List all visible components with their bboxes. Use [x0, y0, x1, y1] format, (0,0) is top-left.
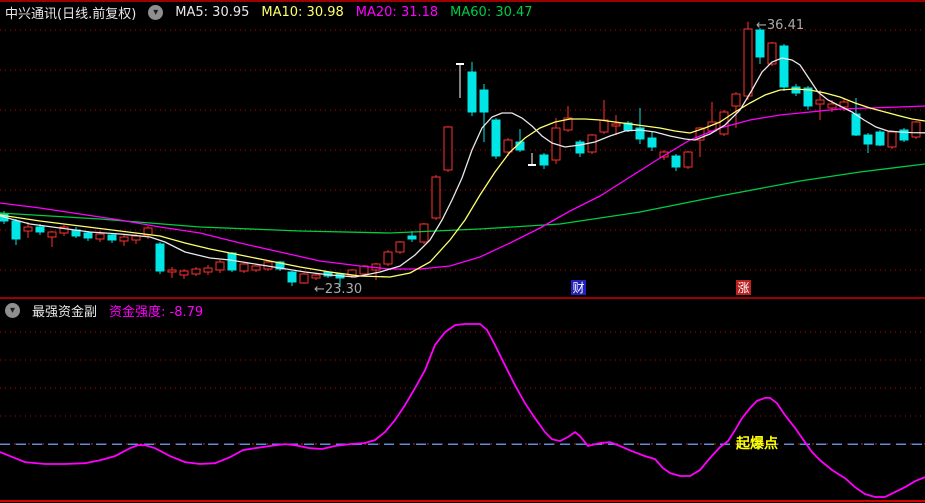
candle — [120, 235, 128, 246]
svg-text:财: 财 — [572, 281, 584, 295]
candle — [384, 250, 392, 266]
candle — [888, 131, 896, 149]
candle — [12, 219, 20, 245]
candle — [792, 84, 800, 96]
chevron-down-icon[interactable]: ▾ — [5, 303, 20, 318]
signal-marker-cai: 财 — [571, 280, 586, 295]
candle — [600, 100, 608, 134]
candle — [540, 153, 548, 169]
low-label: ←23.30 — [314, 282, 362, 297]
candle — [672, 154, 680, 171]
candle — [552, 118, 560, 164]
candle — [744, 22, 752, 100]
candle — [240, 263, 248, 273]
candle — [756, 28, 764, 64]
candle — [780, 44, 788, 91]
candle — [528, 153, 536, 166]
candle — [180, 269, 188, 279]
candle — [648, 132, 656, 151]
candle — [588, 134, 596, 154]
candle — [480, 84, 488, 142]
bottom-border-line — [0, 500, 925, 502]
candle — [216, 260, 224, 273]
candle — [60, 225, 68, 236]
candle — [504, 138, 512, 156]
candle — [816, 90, 824, 120]
candle — [288, 271, 296, 286]
candle — [708, 102, 716, 133]
panel-divider-line — [0, 297, 925, 299]
ma20-line — [0, 106, 925, 269]
candle — [72, 227, 80, 238]
candle — [900, 128, 908, 142]
candle — [48, 231, 56, 247]
candle — [696, 127, 704, 157]
candle — [204, 265, 212, 275]
candle — [228, 252, 236, 272]
signal-marker-zhang: 涨 — [736, 280, 751, 295]
candle — [468, 62, 476, 116]
candle — [108, 233, 116, 243]
candle — [456, 63, 464, 98]
candle — [396, 241, 404, 254]
candle — [312, 274, 320, 280]
ma5-line — [0, 58, 925, 277]
candle — [420, 223, 428, 244]
candle — [444, 126, 452, 172]
top-border-line — [0, 0, 925, 2]
main-candlestick-chart[interactable]: ←36.41 ←23.30 财 涨 — [0, 12, 925, 297]
candle — [576, 140, 584, 157]
capital-strength-line — [0, 324, 925, 497]
high-label: ←36.41 — [756, 18, 804, 33]
candle — [372, 263, 380, 280]
candle — [876, 130, 884, 146]
svg-text:涨: 涨 — [737, 280, 749, 295]
candle — [156, 242, 164, 274]
candle — [252, 265, 260, 272]
candle — [492, 118, 500, 159]
candle — [612, 115, 620, 135]
candle — [684, 151, 692, 169]
capital-strength-chart[interactable]: 起爆点 — [0, 318, 925, 503]
candle — [300, 273, 308, 284]
candle — [192, 267, 200, 276]
candle — [912, 121, 920, 139]
ignition-point-annotation: 起爆点 — [735, 435, 778, 452]
candle — [432, 175, 440, 220]
candle — [168, 267, 176, 278]
